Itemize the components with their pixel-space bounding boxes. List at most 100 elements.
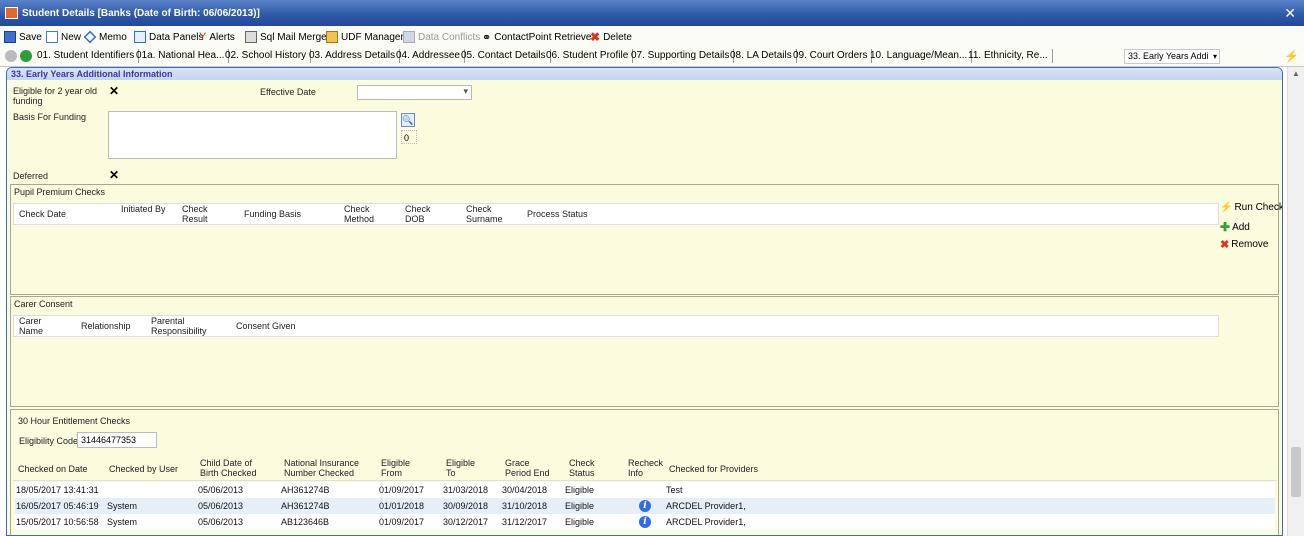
- lightning-icon[interactable]: ⚡: [1284, 49, 1299, 63]
- column-header[interactable]: Checked for Providers: [669, 464, 758, 474]
- column-header[interactable]: Check Status: [569, 458, 609, 478]
- tab-supporting-details[interactable]: 07. Supporting Details: [631, 49, 735, 63]
- chevron-down-icon: ▾: [1212, 52, 1217, 61]
- remove-button[interactable]: ✖ Remove: [1220, 238, 1268, 251]
- window-title-bar: Student Details [Banks (Date of Birth: 0…: [0, 0, 1304, 26]
- eligibility-code-input[interactable]: 31446477353: [77, 432, 157, 448]
- column-header[interactable]: Consent Given: [236, 321, 296, 331]
- carer-consent-grid-header: Carer Name Relationship Parental Respons…: [13, 315, 1219, 337]
- close-icon[interactable]: ✕: [1284, 5, 1296, 22]
- ni-cell: AH361274B: [281, 501, 330, 511]
- tab-bar: 01. Student Identifiers 01a. National He…: [0, 46, 1304, 67]
- delete-button[interactable]: ✖ Delete: [590, 30, 632, 44]
- column-header[interactable]: Eligible To: [446, 458, 486, 478]
- basis-for-funding-field[interactable]: [108, 111, 397, 159]
- eligible-to-cell: 30/09/2018: [443, 501, 489, 511]
- eligible-label: Eligible for 2 year old funding: [13, 86, 98, 106]
- dob-cell: 05/06/2013: [198, 517, 244, 527]
- tab-language-mean[interactable]: 10. Language/Mean...: [870, 49, 973, 63]
- new-icon: [46, 31, 58, 43]
- new-button[interactable]: New: [46, 30, 81, 44]
- dob-cell: 05/06/2013: [198, 485, 244, 495]
- pupil-premium-grid-header: Check Date Initiated By Check Result Fun…: [13, 203, 1219, 225]
- eligible-from-cell: 01/01/2018: [379, 501, 425, 511]
- column-header[interactable]: Check Date: [19, 209, 66, 219]
- panel-title: 33. Early Years Additional Information: [7, 68, 1282, 80]
- data-conflicts-button[interactable]: Data Conflicts: [403, 30, 480, 44]
- memo-button[interactable]: Memo: [83, 30, 127, 44]
- udf-manager-button[interactable]: UDF Manager: [326, 30, 404, 44]
- forward-nav-icon[interactable]: [20, 50, 32, 62]
- effective-date-field[interactable]: ▾: [357, 85, 472, 100]
- add-icon: ✚: [1220, 220, 1231, 234]
- providers-cell: ARCDEL Provider1,: [666, 501, 746, 511]
- tab-national-health[interactable]: 01a. National Hea...: [136, 49, 230, 63]
- run-check-button[interactable]: ⚡ Run Check: [1220, 202, 1282, 213]
- column-header[interactable]: Grace Period End: [505, 458, 553, 478]
- entitlement-title: 30 Hour Entitlement Checks: [18, 416, 131, 426]
- checked-by-cell: System: [107, 517, 138, 527]
- eligible-checkbox[interactable]: ✕: [109, 84, 119, 98]
- column-header[interactable]: Checked by User: [109, 464, 178, 474]
- scrollbar-thumb[interactable]: [1291, 447, 1301, 497]
- delete-icon: ✖: [590, 30, 601, 44]
- column-header[interactable]: National Insurance Number Checked: [284, 458, 364, 478]
- column-header[interactable]: Funding Basis: [244, 209, 301, 219]
- tab-selector-dropdown[interactable]: 33. Early Years Addi ▾: [1124, 49, 1220, 64]
- grace-period-cell: 31/12/2017: [502, 517, 548, 527]
- info-icon[interactable]: i: [639, 500, 651, 512]
- tab-student-profile[interactable]: 06. Student Profile: [546, 49, 634, 63]
- app-icon: [5, 7, 18, 19]
- tab-ethnicity[interactable]: 11. Ethnicity, Re...: [968, 49, 1053, 63]
- table-row[interactable]: 18/05/2017 13:41:31 05/06/2013 AH361274B…: [15, 482, 1275, 498]
- save-button[interactable]: Save: [4, 30, 42, 44]
- alerts-icon: Y: [199, 31, 207, 43]
- udf-manager-icon: [326, 31, 338, 43]
- vertical-scrollbar[interactable]: ▲: [1287, 67, 1304, 536]
- checked-on-cell: 15/05/2017 10:56:58: [16, 517, 99, 527]
- column-header[interactable]: Check Result: [182, 204, 228, 224]
- column-header[interactable]: Checked on Date: [18, 464, 88, 474]
- dob-cell: 05/06/2013: [198, 501, 244, 511]
- column-header[interactable]: Check Method: [344, 204, 384, 224]
- contactpoint-retrieve-button[interactable]: ⚭ ContactPoint Retrieve: [482, 30, 592, 44]
- save-icon: [4, 31, 16, 43]
- column-header[interactable]: Eligible From: [381, 458, 421, 478]
- column-header[interactable]: Process Status: [527, 209, 588, 219]
- effective-date-label: Effective Date: [260, 87, 316, 97]
- add-button[interactable]: ✚ Add: [1220, 220, 1250, 234]
- data-panels-button[interactable]: Data Panels: [134, 30, 203, 44]
- table-row[interactable]: 15/05/2017 10:56:58 System 05/06/2013 AB…: [15, 514, 1275, 530]
- alerts-button[interactable]: Y Alerts: [199, 30, 235, 44]
- tab-school-history[interactable]: 02. School History: [225, 49, 312, 63]
- scroll-up-icon[interactable]: ▲: [1292, 69, 1300, 78]
- column-header[interactable]: Carer Name: [19, 316, 59, 336]
- checked-on-cell: 18/05/2017 13:41:31: [16, 485, 99, 495]
- lightning-icon: ⚡: [1220, 202, 1233, 213]
- deferred-checkbox[interactable]: ✕: [109, 168, 119, 182]
- column-header[interactable]: Relationship: [81, 321, 131, 331]
- basis-for-funding-label: Basis For Funding: [13, 112, 87, 122]
- info-icon[interactable]: i: [639, 516, 651, 528]
- tab-contact-details[interactable]: 05. Contact Details: [461, 49, 551, 63]
- tab-addressee[interactable]: 04. Addressee: [396, 49, 465, 63]
- column-header[interactable]: Check DOB: [405, 204, 445, 224]
- checked-on-cell: 16/05/2017 05:46:19: [16, 501, 99, 511]
- early-years-panel: 33. Early Years Additional Information E…: [6, 67, 1283, 536]
- eligible-from-cell: 01/09/2017: [379, 517, 425, 527]
- tab-court-orders[interactable]: 09. Court Orders: [793, 49, 873, 63]
- tab-student-identifiers[interactable]: 01. Student Identifiers: [37, 49, 140, 63]
- column-header[interactable]: Parental Responsibility: [151, 316, 231, 336]
- column-header[interactable]: Recheck Info: [628, 458, 668, 478]
- remove-icon: ✖: [1220, 239, 1230, 251]
- table-row[interactable]: 16/05/2017 05:46:19 System 05/06/2013 AH…: [15, 498, 1275, 514]
- column-header[interactable]: Check Surname: [466, 204, 512, 224]
- search-icon[interactable]: 🔍: [401, 113, 415, 127]
- back-nav-icon[interactable]: [5, 50, 17, 62]
- column-header[interactable]: Child Date of Birth Checked: [200, 458, 262, 478]
- sql-mail-merge-button[interactable]: Sql Mail Merge: [245, 30, 327, 44]
- tab-address-details[interactable]: 03. Address Details: [309, 49, 401, 63]
- eligible-to-cell: 31/03/2018: [443, 485, 489, 495]
- tab-la-details[interactable]: 08. LA Details: [730, 49, 797, 63]
- column-header[interactable]: Initiated By: [121, 204, 167, 214]
